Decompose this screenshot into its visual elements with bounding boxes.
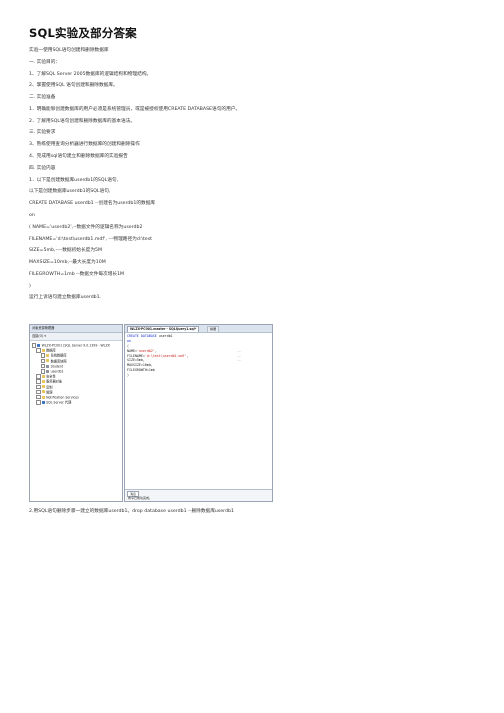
- code-line: ): [127, 373, 272, 378]
- code-token: NAME=: [127, 348, 137, 353]
- server-icon: [37, 343, 41, 347]
- code-token: (: [127, 343, 129, 348]
- code-token: CREATE DATABASE: [127, 334, 159, 338]
- folder-icon: [46, 354, 50, 358]
- text-line: 2．了解用SQL语句创建和删除数据库的基本语法。: [29, 118, 136, 124]
- tree-node-label: 系统数据库: [50, 353, 67, 358]
- text-line: SIZE=5mb,----数据初始长度为5M: [29, 248, 103, 254]
- folder-icon: [41, 395, 45, 399]
- expand-toggle-icon[interactable]: [31, 343, 37, 348]
- code-token: 'd:\test\userdb1.mdf': [144, 353, 187, 358]
- document-lines: 实验一使用SQL语句创建和删除数据库 一. 实验目的： 1、了解SQL Server…: [29, 48, 479, 301]
- text-line: 三. 实验要求: [29, 130, 56, 136]
- code-token: 'userdb2': [136, 348, 155, 353]
- text-line: 二. 实验准备: [29, 95, 56, 101]
- text-line: ): [29, 283, 31, 289]
- database-icon: [46, 364, 50, 368]
- text-line: 4、完成用sql语句建立和删除数据库的实验报告: [29, 154, 128, 160]
- text-line: 1．明确能够创建数据库的用户必须是系统管理员，或是被授权使用CREATE DAT…: [29, 106, 241, 112]
- step-two-text: 2.用SQL语句删除步骤一建立的数据库userdb1。drop database…: [29, 509, 234, 514]
- text-line: 以下是创建数据库userdb1的SQL语句,: [29, 189, 111, 195]
- text-line: 一. 实验目的：: [29, 59, 61, 65]
- folder-icon: [41, 374, 45, 378]
- tree-node-label: SQL Server 代理: [46, 400, 72, 405]
- expand-toggle-icon[interactable]: [36, 384, 41, 390]
- text-line: FILENAME='d:\test\userdb1.mdf', ---物理路径为…: [29, 236, 152, 242]
- expand-toggle-icon[interactable]: [40, 363, 46, 369]
- expand-toggle-icon[interactable]: [36, 389, 41, 395]
- tree-node-label: 服务器对象: [46, 379, 63, 384]
- tree-node-label: 复制: [46, 384, 53, 389]
- expand-toggle-icon[interactable]: [36, 348, 41, 353]
- folder-icon: [41, 380, 45, 384]
- results-panel: 消息 命令已成功完成。: [125, 489, 272, 501]
- code-token: ): [127, 373, 129, 378]
- expand-toggle-icon[interactable]: [40, 368, 46, 374]
- expand-toggle-icon[interactable]: [40, 353, 46, 358]
- expand-toggle-icon[interactable]: [36, 394, 41, 400]
- folder-icon: [41, 348, 45, 352]
- tree-node-label: userdb1: [50, 369, 64, 374]
- text-line: on: [29, 212, 35, 218]
- object-explorer-pane: 对象资源管理器 连接(O) ▾ WLZX-PC001 (SQL Server 9…: [29, 324, 123, 502]
- text-line: 1．以下是创建数据库userdb1的SQL语句,: [29, 177, 119, 183]
- folder-icon: [46, 359, 50, 363]
- tree-node-label: WLZX-PC001 (SQL Server 9.0.1399 - WLZX: [41, 343, 110, 348]
- text-line: FILEGROWTH=1mb --数据文件每次增长1M: [29, 271, 125, 277]
- tab-summary[interactable]: 摘要: [207, 326, 220, 333]
- tree-node-label: Student: [50, 364, 64, 369]
- text-line: 运行上诉语句建立数据库userdb1.: [29, 295, 102, 301]
- text-line: ( NAME='userdb2',--数据文件的逻辑名称为userdb2: [29, 224, 143, 230]
- code-editor[interactable]: CREATE DATABASE userdb1 on( NAME='userdb2…: [125, 333, 272, 378]
- text-line: 四. 实验内容: [29, 165, 56, 171]
- code-token: ,: [186, 353, 189, 358]
- agent-icon: [41, 400, 45, 404]
- tab-query[interactable]: WLZX-PC001.master - SQLQuery1.sql*: [127, 326, 200, 332]
- results-message: 命令已成功完成。: [128, 496, 153, 500]
- object-tree: WLZX-PC001 (SQL Server 9.0.1399 - WLZX 数据…: [30, 341, 122, 405]
- code-token: FILENAME=: [127, 353, 145, 358]
- tree-node-label: 安全性: [46, 374, 56, 379]
- text-line: 2、掌握使用SQL 语句创建和删除数据库。: [29, 83, 118, 89]
- tree-node-label: 管理: [46, 389, 53, 394]
- editor-tabbar: WLZX-PC001.master - SQLQuery1.sql* 摘要: [125, 325, 272, 333]
- page-title: SQL实验及部分答案: [29, 26, 137, 40]
- expand-toggle-icon[interactable]: [36, 374, 41, 379]
- text-line: 1、了解SQL Server 2005数据库的逻辑结构和物理结构。: [29, 71, 152, 77]
- document-body: SQL实验及部分答案 实验一使用SQL语句创建和删除数据库 一. 实验目的： 1、了…: [29, 25, 479, 307]
- tree-node-label: 数据库快照: [50, 358, 67, 363]
- query-editor-pane: WLZX-PC001.master - SQLQuery1.sql* 摘要 CR…: [124, 324, 273, 502]
- expand-toggle-icon[interactable]: [40, 358, 46, 364]
- code-token: SIZE=5mb,: [127, 358, 145, 363]
- tree-node-label: 数据库: [46, 348, 56, 353]
- tree-node[interactable]: SQL Server 代理: [30, 400, 122, 405]
- expand-toggle-icon[interactable]: [36, 379, 41, 384]
- code-token: userdb1: [158, 334, 173, 338]
- ssms-screenshot: 对象资源管理器 连接(O) ▾ WLZX-PC001 (SQL Server 9…: [29, 324, 273, 504]
- text-line: 实验一使用SQL语句创建和删除数据库: [29, 48, 109, 53]
- text-line: 3、熟练使用查询分析器进行数据库的创建和删除操作: [29, 142, 140, 148]
- code-token: ,: [154, 348, 157, 353]
- expand-toggle-icon[interactable]: [36, 400, 41, 405]
- code-token: FILEGROWTH=1mb: [127, 368, 155, 373]
- tree-node-label: Notification Services: [46, 395, 79, 400]
- code-token: on: [127, 338, 131, 343]
- database-icon: [46, 369, 50, 373]
- text-line: MAXSIZE=10mb,--最大长度为10M: [29, 260, 106, 266]
- code-token: MAXSIZE=10mb,: [127, 363, 153, 368]
- folder-icon: [41, 390, 45, 394]
- object-explorer-header: 对象资源管理器: [30, 325, 122, 333]
- text-line: CREATE DATABASE userdb1 --创建名为userdb1的数据…: [29, 201, 156, 207]
- connect-button[interactable]: 连接(O) ▾: [30, 333, 122, 341]
- folder-icon: [41, 385, 45, 389]
